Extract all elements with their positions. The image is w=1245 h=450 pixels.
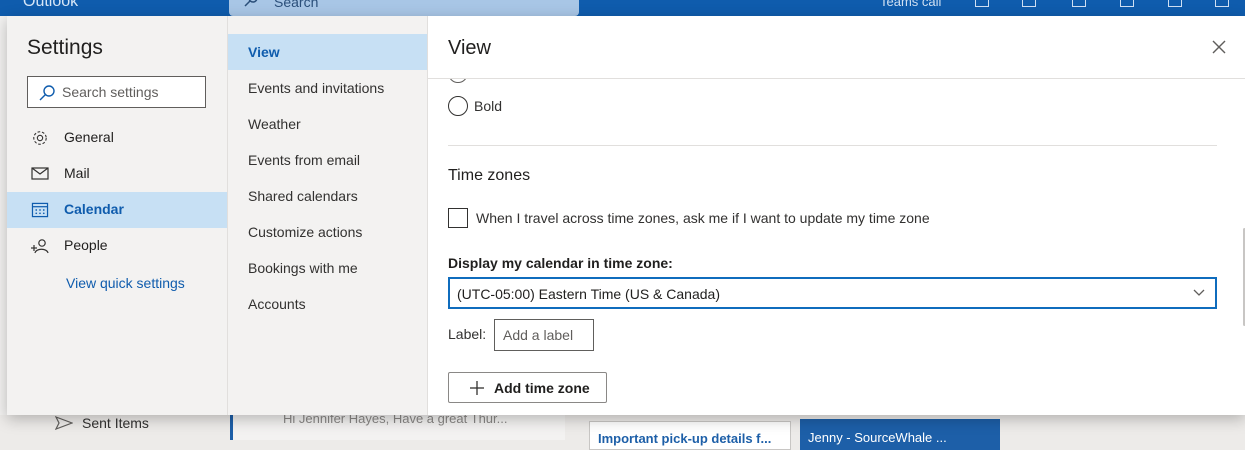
subcategory-label: Weather — [248, 116, 301, 132]
subcategory-label: Bookings with me — [248, 260, 358, 276]
pane-title: View — [448, 37, 491, 59]
send-icon — [55, 416, 73, 430]
calendar-icon — [31, 202, 49, 218]
time-zones-heading: Time zones — [448, 167, 531, 184]
folder-sent-items[interactable]: Sent Items — [55, 415, 215, 450]
gear-icon — [33, 131, 47, 145]
message-card-title: Jenny - SourceWhale ... — [808, 430, 947, 445]
display-timezone-label: Display my calendar in time zone: — [448, 255, 673, 271]
category-calendar[interactable]: Calendar — [7, 192, 227, 228]
category-general[interactable]: General — [7, 120, 227, 156]
category-label: Calendar — [64, 201, 124, 217]
subcategory-events-and-invitations[interactable]: Events and invitations — [228, 70, 428, 106]
subcategory-bookings-with-me[interactable]: Bookings with me — [228, 250, 428, 286]
teams-call-label[interactable]: Teams call — [880, 0, 941, 9]
section-divider — [448, 145, 1217, 146]
search-icon — [39, 85, 55, 101]
radio-button-partial[interactable] — [448, 79, 468, 83]
category-label: People — [64, 237, 108, 253]
message-list-item[interactable]: Hi Jennifer Hayes, Have a great Thur... — [230, 411, 565, 440]
subcategory-label: Events from email — [248, 152, 361, 168]
travel-timezone-checkbox[interactable] — [448, 208, 468, 228]
subcategory-view[interactable]: View — [228, 34, 428, 70]
timezone-selected-value: (UTC-05:00) Eastern Time (US & Canada) — [457, 286, 720, 302]
timezone-label-field[interactable] — [494, 319, 594, 351]
radio-button-bold[interactable] — [448, 96, 468, 116]
category-label: General — [64, 129, 114, 145]
app-name: Outlook — [23, 0, 79, 10]
help-icon[interactable] — [1168, 0, 1182, 7]
category-label: Mail — [64, 165, 90, 181]
settings-search-box[interactable] — [27, 76, 206, 108]
todo-icon[interactable] — [1022, 0, 1036, 7]
plus-icon — [470, 381, 484, 395]
subcategory-label: View — [248, 44, 280, 60]
subcategory-accounts[interactable]: Accounts — [228, 286, 428, 322]
background-sidebar — [0, 16, 7, 450]
settings-title: Settings — [27, 36, 103, 59]
subcategory-label: Customize actions — [248, 224, 363, 240]
mail-icon — [31, 167, 49, 180]
subcategory-weather[interactable]: Weather — [228, 106, 428, 142]
bell-icon[interactable] — [1072, 0, 1086, 7]
add-time-zone-button[interactable]: Add time zone — [448, 372, 607, 403]
header-divider — [428, 78, 1245, 79]
message-card[interactable]: Important pick-up details f... — [589, 421, 791, 450]
message-card-selected[interactable]: Jenny - SourceWhale ... — [800, 419, 1000, 450]
subcategory-label: Events and invitations — [248, 80, 385, 96]
view-quick-settings-link[interactable]: View quick settings — [66, 275, 185, 291]
category-mail[interactable]: Mail — [7, 156, 227, 192]
office-icon[interactable] — [975, 0, 989, 7]
category-people[interactable]: People — [7, 228, 227, 264]
subcategory-label: Accounts — [248, 296, 306, 312]
folder-label: Sent Items — [82, 415, 149, 431]
app-search-box[interactable]: Search — [229, 0, 579, 16]
radio-bold-label: Bold — [474, 98, 503, 114]
app-search-placeholder: Search — [274, 0, 319, 10]
settings-categories-panel: Settings General Mail Calendar People Vi… — [7, 16, 227, 415]
gear-icon[interactable] — [1120, 0, 1134, 7]
settings-dialog: Settings General Mail Calendar People Vi… — [7, 16, 1245, 415]
subcategory-events-from-email[interactable]: Events from email — [228, 142, 428, 178]
add-time-zone-label: Add time zone — [494, 380, 590, 396]
people-icon — [31, 239, 49, 254]
travel-timezone-label: When I travel across time zones, ask me … — [476, 210, 930, 226]
timezone-label-caption: Label: — [448, 326, 487, 342]
close-icon[interactable] — [1212, 40, 1226, 54]
settings-search-input[interactable] — [62, 83, 200, 101]
app-header: Outlook Search Teams call — [0, 0, 1245, 16]
timezone-dropdown[interactable]: (UTC-05:00) Eastern Time (US & Canada) — [448, 277, 1217, 309]
subcategory-label: Shared calendars — [248, 188, 358, 204]
subcategory-shared-calendars[interactable]: Shared calendars — [228, 178, 428, 214]
search-icon — [244, 0, 258, 7]
subcategory-customize-actions[interactable]: Customize actions — [228, 214, 428, 250]
timezone-label-input[interactable] — [503, 327, 589, 343]
message-card-title: Important pick-up details f... — [598, 431, 772, 446]
feedback-icon[interactable] — [1215, 0, 1229, 7]
settings-content-pane: View Bold Time zones When I travel acros… — [427, 16, 1245, 415]
settings-subcategories-panel: View Events and invitations Weather Even… — [227, 16, 428, 415]
chevron-down-icon — [1193, 289, 1205, 296]
